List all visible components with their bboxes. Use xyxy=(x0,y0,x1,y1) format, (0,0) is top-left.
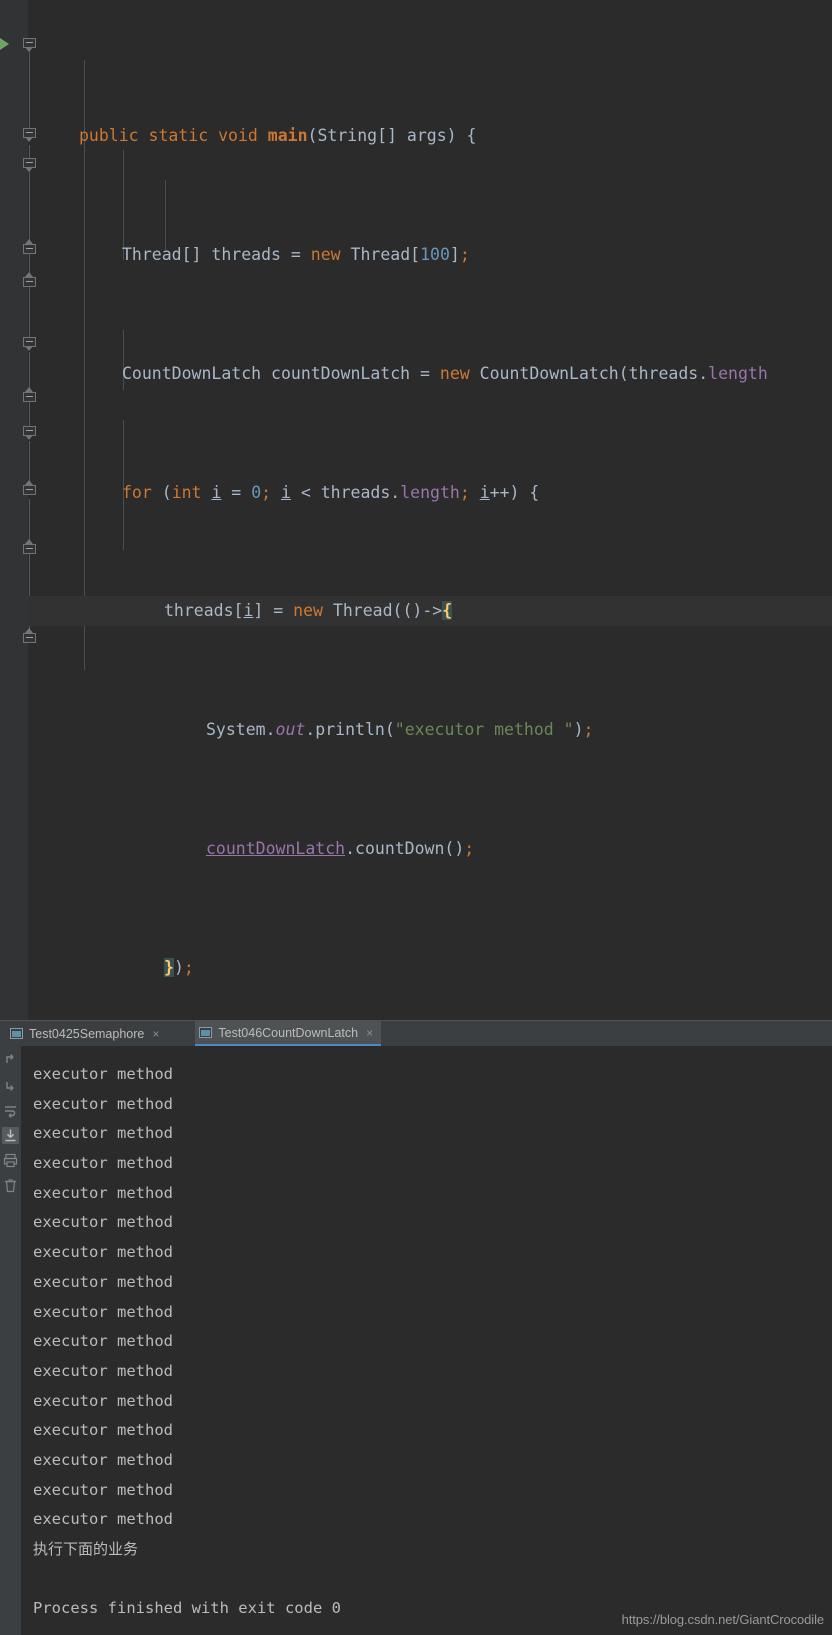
tab-label: Test046CountDownLatch xyxy=(218,1025,359,1040)
console-line: executor method xyxy=(33,1272,173,1291)
console-output-panel: executor method executor method executor… xyxy=(0,1046,832,1635)
trash-icon[interactable] xyxy=(2,1177,19,1194)
console-line: executor method xyxy=(33,1183,173,1202)
console-line: executor method xyxy=(33,1510,173,1529)
method-name-main: main xyxy=(267,126,308,146)
code-editor-pane[interactable]: public static void main(String[] args) {… xyxy=(0,0,832,1020)
console-line: executor method xyxy=(33,1213,173,1232)
prop-length: length xyxy=(400,482,460,502)
kw-int: int xyxy=(171,482,202,502)
print-icon[interactable] xyxy=(2,1152,19,1169)
console-line: executor method xyxy=(33,1094,173,1113)
code-line[interactable]: CountDownLatch countDownLatch = new Coun… xyxy=(28,359,832,389)
code-line[interactable]: }); xyxy=(28,953,832,983)
close-icon[interactable]: × xyxy=(366,1027,373,1039)
editor-code-area[interactable]: public static void main(String[] args) {… xyxy=(28,0,832,1020)
console-line: executor method xyxy=(33,1154,173,1173)
editor-gutter[interactable] xyxy=(0,0,28,1020)
run-arrow-icon[interactable] xyxy=(0,38,9,50)
soft-wrap-icon[interactable] xyxy=(2,1102,19,1119)
brace-match-open: { xyxy=(442,601,453,621)
string-executor-method: "executor method " xyxy=(394,720,574,740)
type-thread: Thread xyxy=(332,601,393,621)
console-text-area[interactable]: executor method executor method executor… xyxy=(21,1046,832,1635)
var-countdownlatch: countDownLatch xyxy=(206,838,346,858)
tab-test046countdownlatch[interactable]: Test046CountDownLatch × xyxy=(195,1021,382,1046)
var-threads: threads xyxy=(628,363,699,383)
var-i: i xyxy=(211,482,222,502)
method-println: println xyxy=(315,720,385,740)
var-threads: threads xyxy=(164,601,234,621)
arrow-down-icon[interactable] xyxy=(2,1077,19,1094)
code-line-current[interactable]: threads[i] = new Thread(()->{ xyxy=(28,596,832,626)
kw-static: static xyxy=(148,126,209,146)
var-i: i xyxy=(243,601,254,621)
var-threads: threads xyxy=(320,482,391,502)
num-0: 0 xyxy=(251,482,262,502)
java-class-icon xyxy=(10,1028,23,1039)
var-i: i xyxy=(479,482,490,502)
type-thread: Thread xyxy=(350,244,411,264)
kw-void: void xyxy=(218,126,258,146)
watermark-url: https://blog.csdn.net/GiantCrocodile xyxy=(621,1612,824,1627)
console-line: executor method xyxy=(33,1421,173,1440)
type-countdownlatch: CountDownLatch xyxy=(122,363,262,383)
method-countdown: countDown xyxy=(355,838,445,858)
tab-label: Test0425Semaphore xyxy=(29,1026,145,1041)
run-tool-window-tabs[interactable]: Test0425Semaphore × Test046CountDownLatc… xyxy=(0,1020,832,1046)
close-icon[interactable]: × xyxy=(152,1028,159,1040)
console-line: executor method xyxy=(33,1302,173,1321)
type-string: String xyxy=(317,126,378,146)
console-line: executor method xyxy=(33,1065,173,1083)
num-100: 100 xyxy=(420,244,450,264)
prop-length: length xyxy=(708,363,768,383)
code-line[interactable]: Thread[] threads = new Thread[100]; xyxy=(28,240,832,270)
tab-test0425semaphore[interactable]: Test0425Semaphore × xyxy=(6,1021,167,1046)
field-out: out xyxy=(275,720,306,740)
console-toolbar[interactable] xyxy=(0,1046,21,1635)
kw-new: new xyxy=(310,244,341,264)
var-countdownlatch: countDownLatch xyxy=(271,363,411,383)
ide-window: public static void main(String[] args) {… xyxy=(0,0,832,1635)
console-line: executor method xyxy=(33,1332,173,1351)
var-threads: threads xyxy=(211,244,281,264)
console-line: executor method xyxy=(33,1391,173,1410)
kw-new: new xyxy=(439,363,470,383)
console-line-chinese: 执行下面的业务 xyxy=(33,1540,139,1558)
java-class-icon xyxy=(199,1027,213,1038)
brace-match-close: } xyxy=(164,957,174,977)
scroll-to-end-icon[interactable] xyxy=(2,1127,19,1144)
class-system: System xyxy=(206,720,266,740)
console-line: executor method xyxy=(33,1361,173,1380)
console-line: executor method xyxy=(33,1480,173,1499)
console-line-clipped: executor method xyxy=(33,1046,832,1060)
code-line[interactable]: System.out.println("executor method "); xyxy=(28,715,832,745)
code-line[interactable]: for (int i = 0; i < threads.length; i++)… xyxy=(28,478,832,508)
code-line[interactable]: public static void main(String[] args) { xyxy=(28,121,832,151)
kw-public: public xyxy=(79,126,139,146)
kw-new: new xyxy=(293,601,323,621)
console-line: executor method xyxy=(33,1450,173,1469)
code-line[interactable]: countDownLatch.countDown(); xyxy=(28,834,832,864)
var-i: i xyxy=(281,482,291,502)
type-thread: Thread xyxy=(122,244,182,264)
param-args: args xyxy=(406,126,447,146)
console-line: executor method xyxy=(33,1243,173,1262)
console-line: executor method xyxy=(33,1124,173,1143)
arrow-up-icon[interactable] xyxy=(2,1052,19,1069)
kw-for: for xyxy=(122,482,152,502)
type-countdownlatch: CountDownLatch xyxy=(479,363,619,383)
